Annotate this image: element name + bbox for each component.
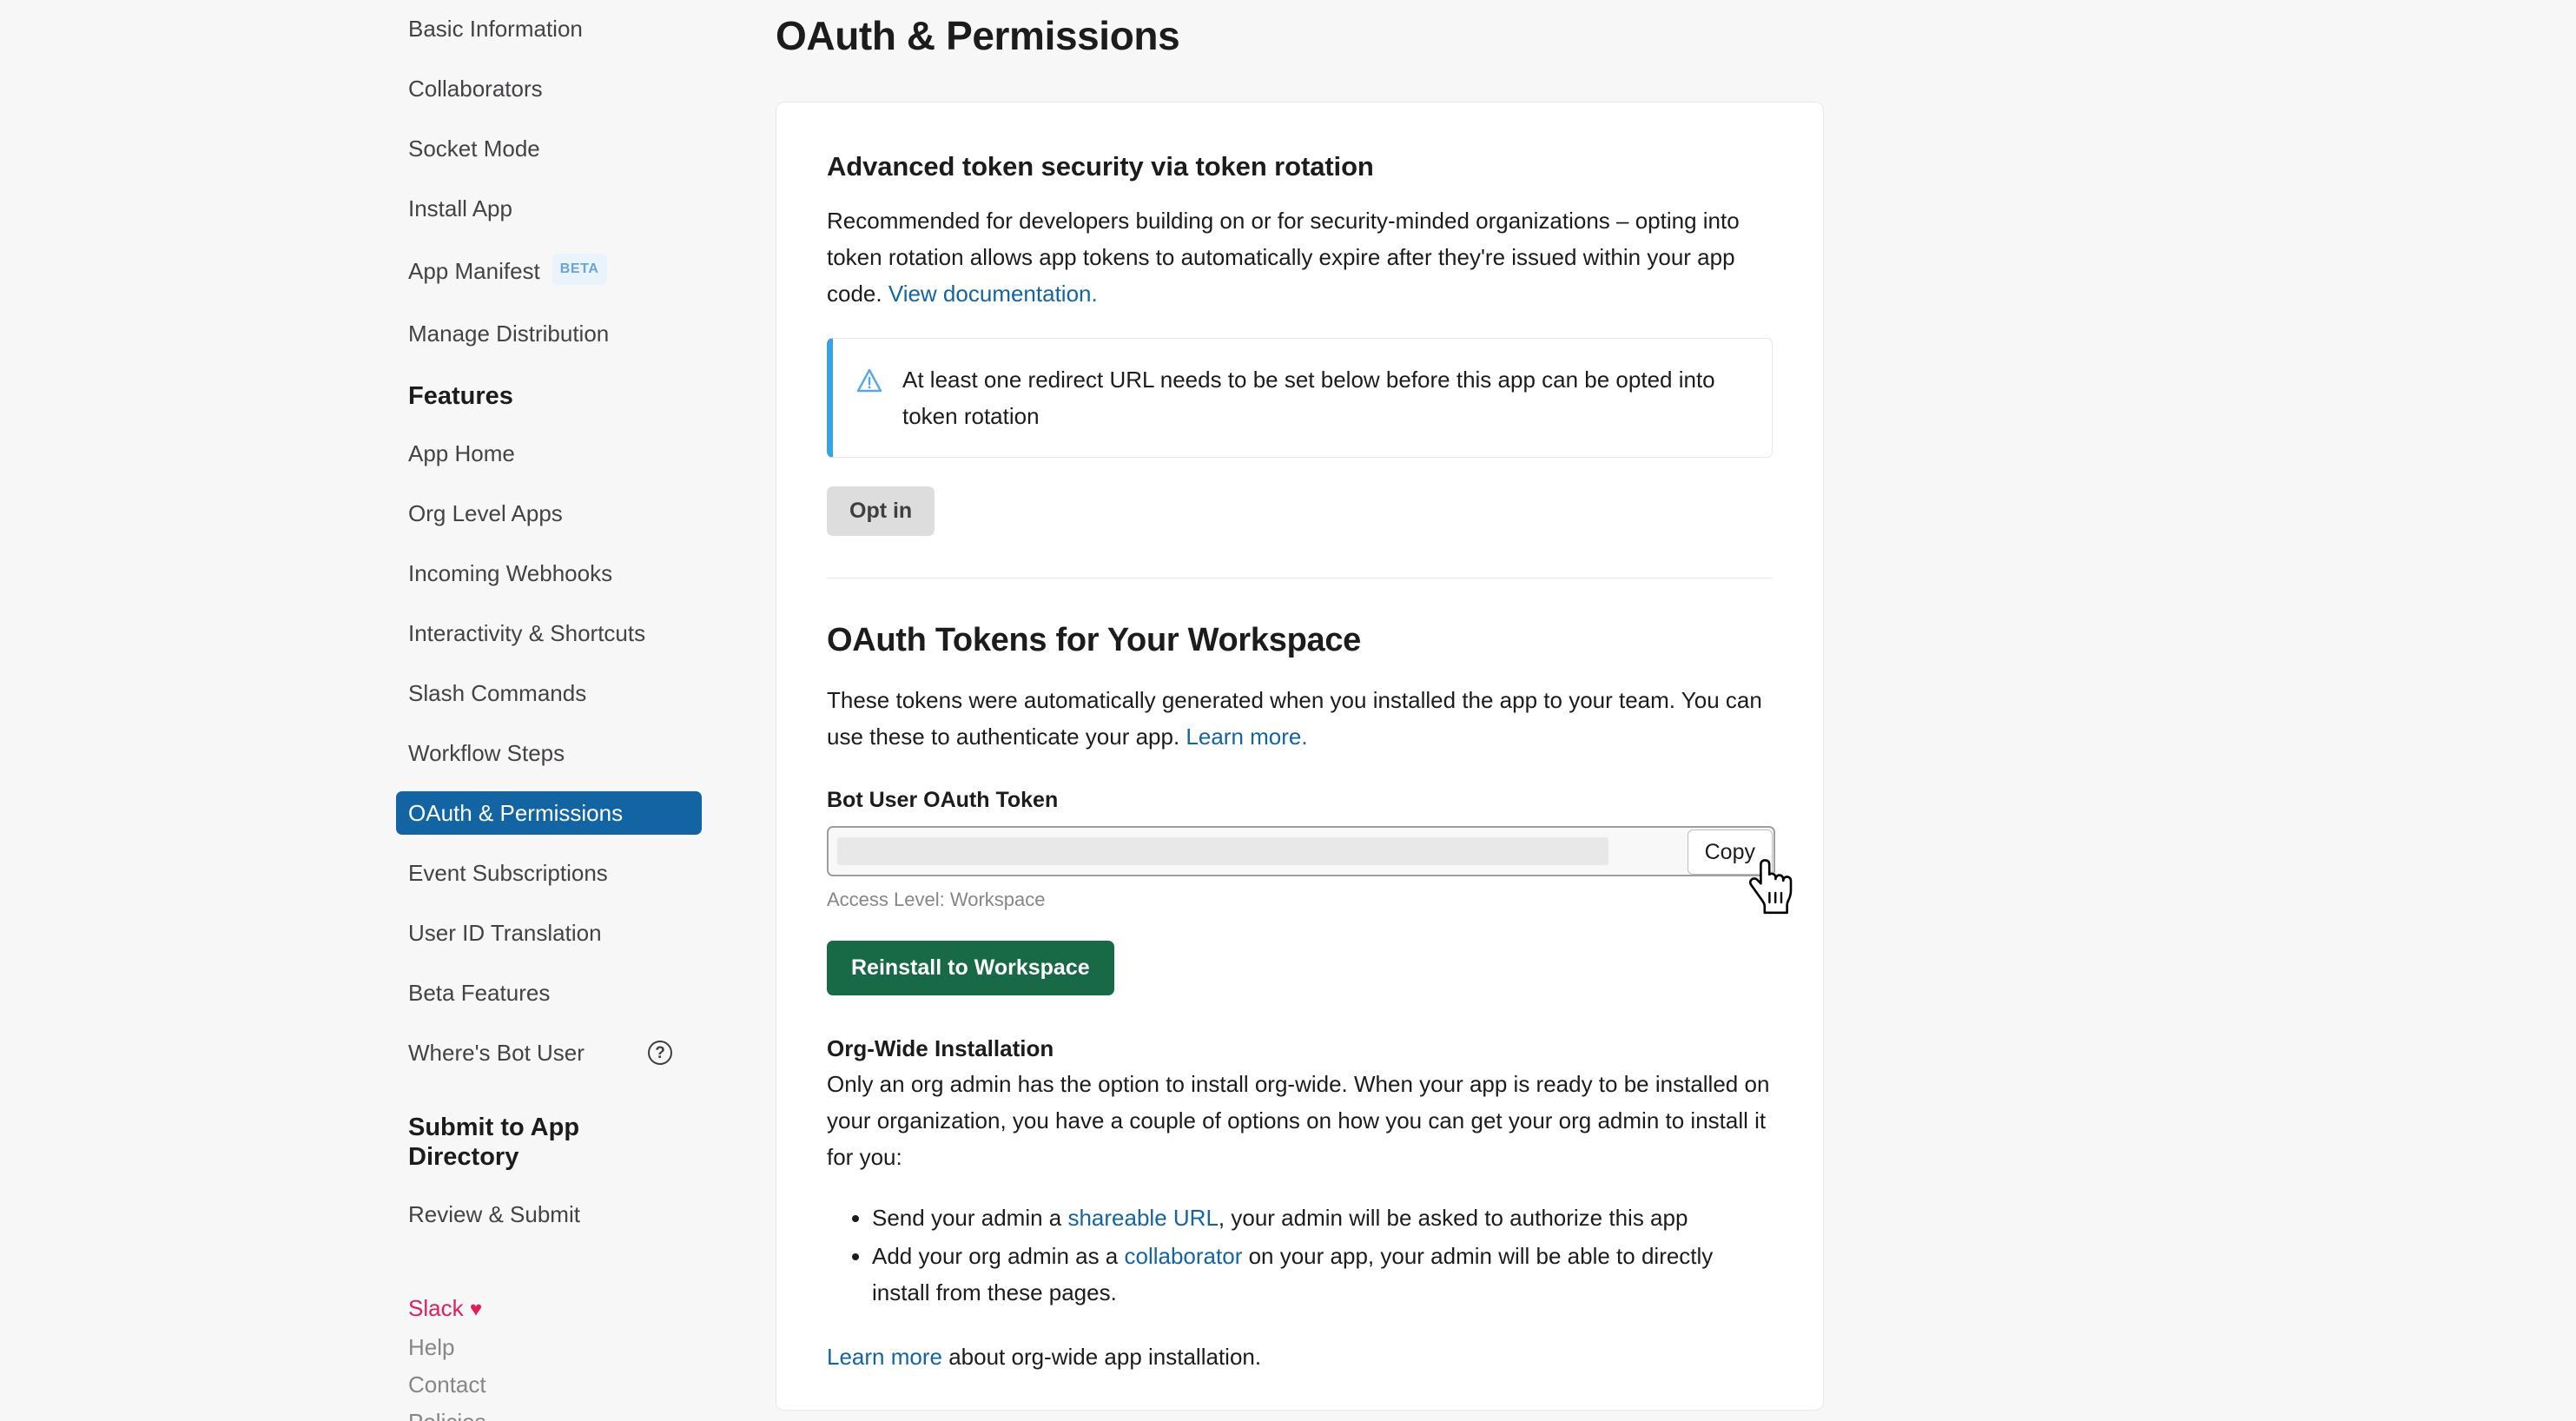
org-wide-options-list: Send your admin a shareable URL, your ad…: [872, 1200, 1773, 1311]
sidebar-item-org-level-apps[interactable]: Org Level Apps: [396, 492, 702, 535]
bot-token-label: Bot User OAuth Token: [827, 788, 1773, 813]
sidebar-item-label: Event Subscriptions: [408, 860, 608, 886]
footer-link-label: Slack: [408, 1295, 464, 1321]
learn-more-suffix: about org-wide app installation.: [942, 1344, 1261, 1370]
bullet-text-before: Send your admin a: [872, 1205, 1067, 1231]
heart-icon: ♥: [470, 1298, 482, 1321]
sidebar-item-wheres-bot-user[interactable]: Where's Bot User ?: [396, 1031, 702, 1074]
oauth-card: Advanced token security via token rotati…: [776, 102, 1824, 1411]
page-title: OAuth & Permissions: [776, 12, 2576, 59]
collaborator-link[interactable]: collaborator: [1125, 1243, 1243, 1269]
warning-triangle-icon: [855, 367, 883, 398]
token-rotation-title: Advanced token security via token rotati…: [827, 151, 1773, 182]
list-item: Add your org admin as a collaborator on …: [872, 1238, 1773, 1311]
org-wide-description: Only an org admin has the option to inst…: [827, 1066, 1773, 1175]
sidebar-heading-submit-to-app-directory: Submit to App Directory: [408, 1113, 625, 1172]
copy-button[interactable]: Copy: [1688, 829, 1773, 875]
sidebar-item-label: Org Level Apps: [408, 500, 563, 526]
sidebar-item-label: Interactivity & Shortcuts: [408, 620, 645, 646]
main-content: OAuth & Permissions Advanced token secur…: [776, 0, 2576, 1421]
sidebar-item-event-subscriptions[interactable]: Event Subscriptions: [396, 851, 702, 895]
footer-link-help[interactable]: Help: [408, 1334, 776, 1360]
bot-token-input[interactable]: Copy: [827, 826, 1775, 876]
sidebar-item-user-id-translation[interactable]: User ID Translation: [396, 911, 702, 955]
footer-link-slack[interactable]: Slack ♥: [408, 1295, 776, 1323]
sidebar: Basic Information Collaborators Socket M…: [0, 0, 776, 1421]
sidebar-item-install-app[interactable]: Install App: [396, 187, 702, 230]
sidebar-item-label: Where's Bot User: [408, 1040, 585, 1066]
view-documentation-link[interactable]: View documentation.: [888, 281, 1098, 307]
sidebar-item-interactivity-shortcuts[interactable]: Interactivity & Shortcuts: [396, 611, 702, 655]
sidebar-heading-features: Features: [408, 381, 776, 411]
opt-in-button[interactable]: Opt in: [827, 486, 935, 536]
reinstall-to-workspace-button[interactable]: Reinstall to Workspace: [827, 941, 1114, 995]
sidebar-item-label: Beta Features: [408, 980, 550, 1006]
learn-more-tokens-link[interactable]: Learn more.: [1186, 724, 1307, 750]
sidebar-item-label: Incoming Webhooks: [408, 560, 612, 586]
help-circle-icon[interactable]: ?: [648, 1041, 672, 1065]
bullet-text-before: Add your org admin as a: [872, 1243, 1125, 1269]
sidebar-item-manage-distribution[interactable]: Manage Distribution: [396, 312, 702, 355]
app-page: Basic Information Collaborators Socket M…: [0, 0, 2576, 1421]
sidebar-item-app-manifest[interactable]: App Manifest BETA: [396, 247, 702, 295]
masked-token-value: [837, 837, 1608, 865]
sidebar-item-label: Manage Distribution: [408, 321, 609, 347]
org-wide-learn-more: Learn more about org-wide app installati…: [827, 1338, 1773, 1375]
footer-link-contact[interactable]: Contact: [408, 1371, 776, 1398]
sidebar-item-review-submit[interactable]: Review & Submit: [396, 1193, 702, 1236]
sidebar-item-app-home[interactable]: App Home: [396, 432, 702, 475]
beta-badge: BETA: [552, 254, 607, 285]
redirect-url-alert-text: At least one redirect URL needs to be se…: [902, 361, 1747, 434]
sidebar-item-label: Basic Information: [408, 16, 583, 42]
list-item: Send your admin a shareable URL, your ad…: [872, 1200, 1773, 1236]
sidebar-item-label: Socket Mode: [408, 135, 540, 162]
bullet-text-after: , your admin will be asked to authorize …: [1219, 1205, 1688, 1231]
sidebar-item-label: Install App: [408, 195, 512, 221]
sidebar-item-workflow-steps[interactable]: Workflow Steps: [396, 731, 702, 775]
sidebar-item-oauth-permissions[interactable]: OAuth & Permissions: [396, 791, 702, 835]
sidebar-item-label: Collaborators: [408, 76, 543, 102]
redirect-url-alert: At least one redirect URL needs to be se…: [827, 338, 1773, 458]
oauth-tokens-title: OAuth Tokens for Your Workspace: [827, 622, 1773, 659]
sidebar-item-slash-commands[interactable]: Slash Commands: [396, 671, 702, 715]
sidebar-item-label: App Home: [408, 440, 515, 466]
learn-more-org-wide-link[interactable]: Learn more: [827, 1344, 942, 1370]
token-rotation-description: Recommended for developers building on o…: [827, 202, 1773, 312]
sidebar-item-label: App Manifest: [408, 258, 540, 284]
sidebar-item-basic-information[interactable]: Basic Information: [396, 7, 702, 50]
access-level-text: Access Level: Workspace: [827, 889, 1773, 911]
oauth-tokens-description: These tokens were automatically generate…: [827, 682, 1773, 755]
sidebar-item-incoming-webhooks[interactable]: Incoming Webhooks: [396, 552, 702, 595]
shareable-url-link[interactable]: shareable URL: [1067, 1205, 1218, 1231]
sidebar-item-beta-features[interactable]: Beta Features: [396, 971, 702, 1015]
sidebar-item-label: User ID Translation: [408, 920, 602, 946]
sidebar-item-label: Review & Submit: [408, 1201, 580, 1227]
footer-link-policies[interactable]: Policies: [408, 1409, 776, 1421]
sidebar-item-label: OAuth & Permissions: [408, 800, 623, 826]
sidebar-item-label: Workflow Steps: [408, 740, 565, 766]
sidebar-item-label: Slash Commands: [408, 680, 586, 706]
sidebar-item-collaborators[interactable]: Collaborators: [396, 67, 702, 110]
sidebar-item-socket-mode[interactable]: Socket Mode: [396, 127, 702, 170]
org-wide-installation-title: Org-Wide Installation: [827, 1035, 1773, 1062]
sidebar-footer: Slack ♥ Help Contact Policies Our Blog: [408, 1295, 776, 1421]
